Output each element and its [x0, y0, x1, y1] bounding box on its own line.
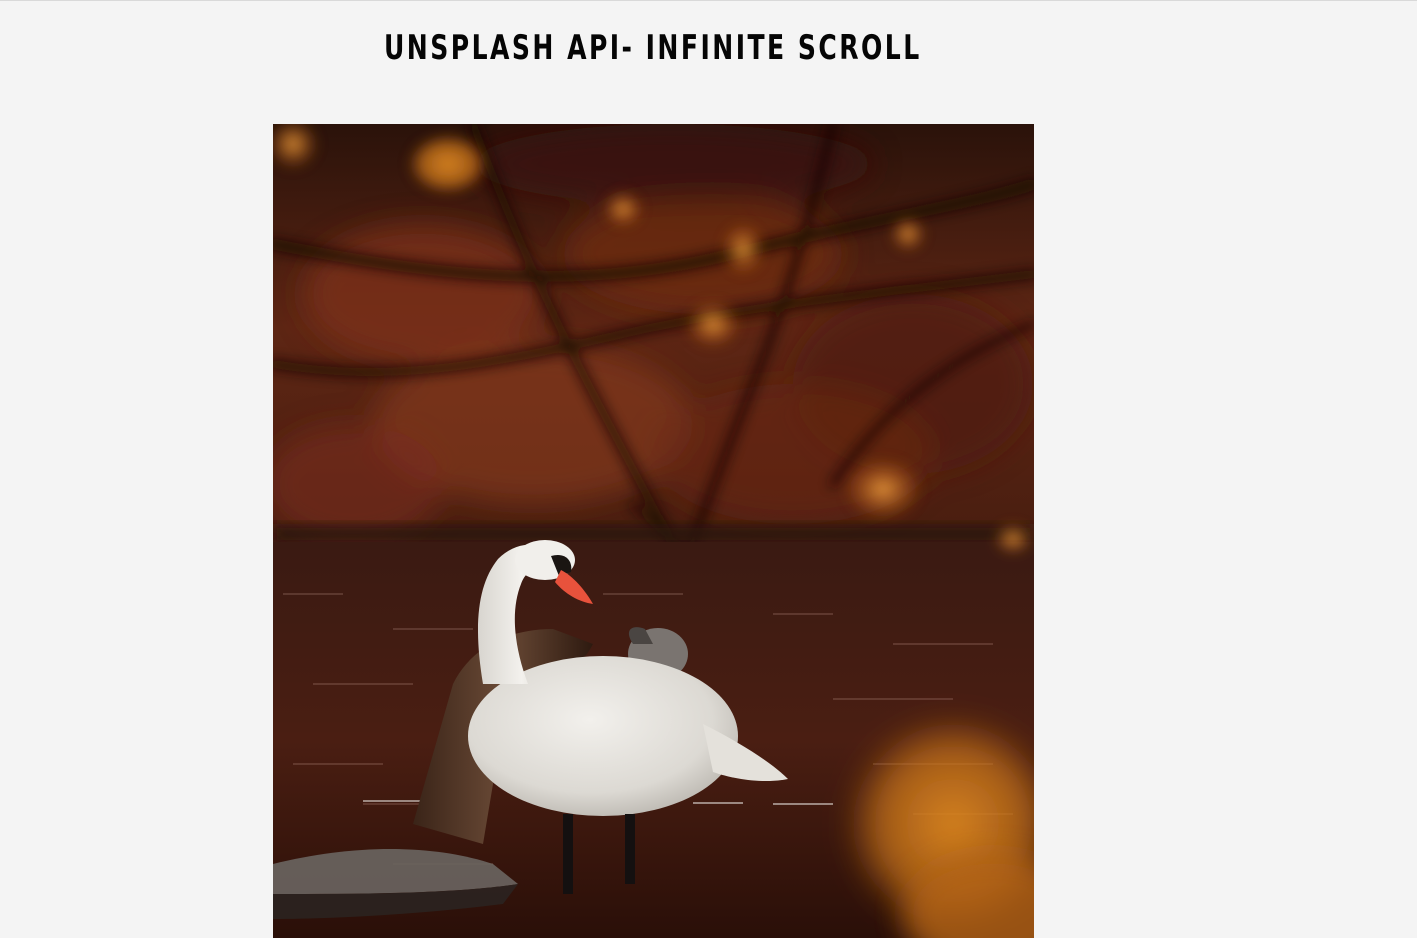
- page-title: UNSPLASH API- INFINITE SCROLL: [383, 28, 922, 68]
- top-border: [0, 0, 1417, 1]
- image-container: [273, 124, 1034, 938]
- swan-photo[interactable]: [273, 124, 1034, 938]
